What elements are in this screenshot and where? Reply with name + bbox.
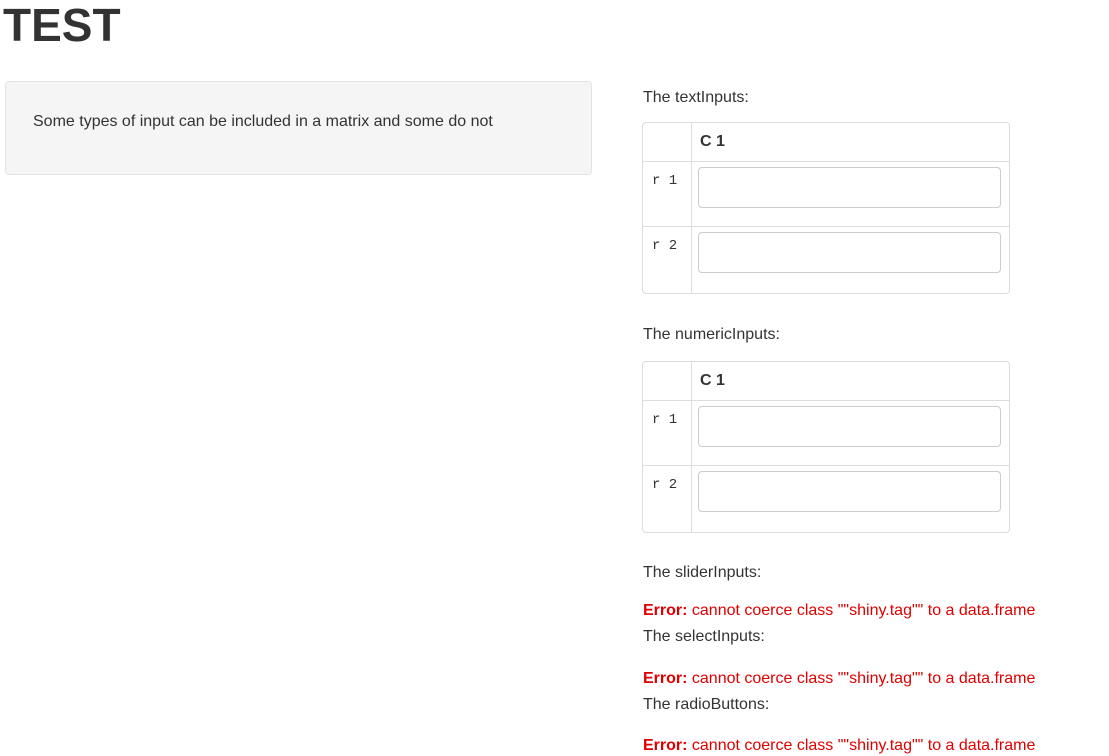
page-title: TEST <box>3 0 121 51</box>
column-divider <box>691 466 692 532</box>
numeric-input-r2[interactable] <box>698 471 1001 512</box>
radio-buttons-error: Error: cannot coerce class ""shiny.tag""… <box>643 737 1035 755</box>
numeric-inputs-label: The numericInputs: <box>643 326 780 343</box>
matrix-header: C 1 <box>643 123 1009 162</box>
radio-buttons-label: The radioButtons: <box>643 696 770 713</box>
matrix-row: r 1 <box>643 162 1009 227</box>
column-header: C 1 <box>700 133 725 150</box>
numeric-inputs-matrix: C 1 r 1 r 2 <box>642 361 1010 533</box>
row-label: r 1 <box>652 173 678 189</box>
numeric-input-r1[interactable] <box>698 406 1001 447</box>
error-message: cannot coerce class ""shiny.tag"" to a d… <box>687 737 1036 754</box>
error-message: cannot coerce class ""shiny.tag"" to a d… <box>687 602 1036 619</box>
sidebar-text: Some types of input can be included in a… <box>33 113 493 130</box>
matrix-row: r 2 <box>643 466 1009 532</box>
matrix-row: r 2 <box>643 227 1009 293</box>
row-label: r 1 <box>652 412 678 428</box>
text-input-r1[interactable] <box>698 167 1001 208</box>
column-header: C 1 <box>700 372 725 389</box>
select-inputs-label: The selectInputs: <box>643 628 765 645</box>
slider-inputs-label: The sliderInputs: <box>643 564 762 581</box>
column-divider <box>691 123 692 161</box>
error-prefix: Error: <box>643 602 688 619</box>
column-divider <box>691 162 692 226</box>
text-input-r2[interactable] <box>698 232 1001 273</box>
matrix-header: C 1 <box>643 362 1009 401</box>
row-label: r 2 <box>652 477 678 493</box>
slider-inputs-error: Error: cannot coerce class ""shiny.tag""… <box>643 602 1035 620</box>
sidebar-panel: Some types of input can be included in a… <box>5 81 592 175</box>
select-inputs-error: Error: cannot coerce class ""shiny.tag""… <box>643 670 1035 688</box>
row-label: r 2 <box>652 238 678 254</box>
text-inputs-matrix: C 1 r 1 r 2 <box>642 122 1010 294</box>
error-prefix: Error: <box>643 737 688 754</box>
column-divider <box>691 401 692 465</box>
matrix-row: r 1 <box>643 401 1009 466</box>
error-prefix: Error: <box>643 670 688 687</box>
error-message: cannot coerce class ""shiny.tag"" to a d… <box>687 670 1036 687</box>
column-divider <box>691 227 692 293</box>
column-divider <box>691 362 692 400</box>
page: TEST Some types of input can be included… <box>0 0 1109 756</box>
text-inputs-label: The textInputs: <box>643 89 749 106</box>
